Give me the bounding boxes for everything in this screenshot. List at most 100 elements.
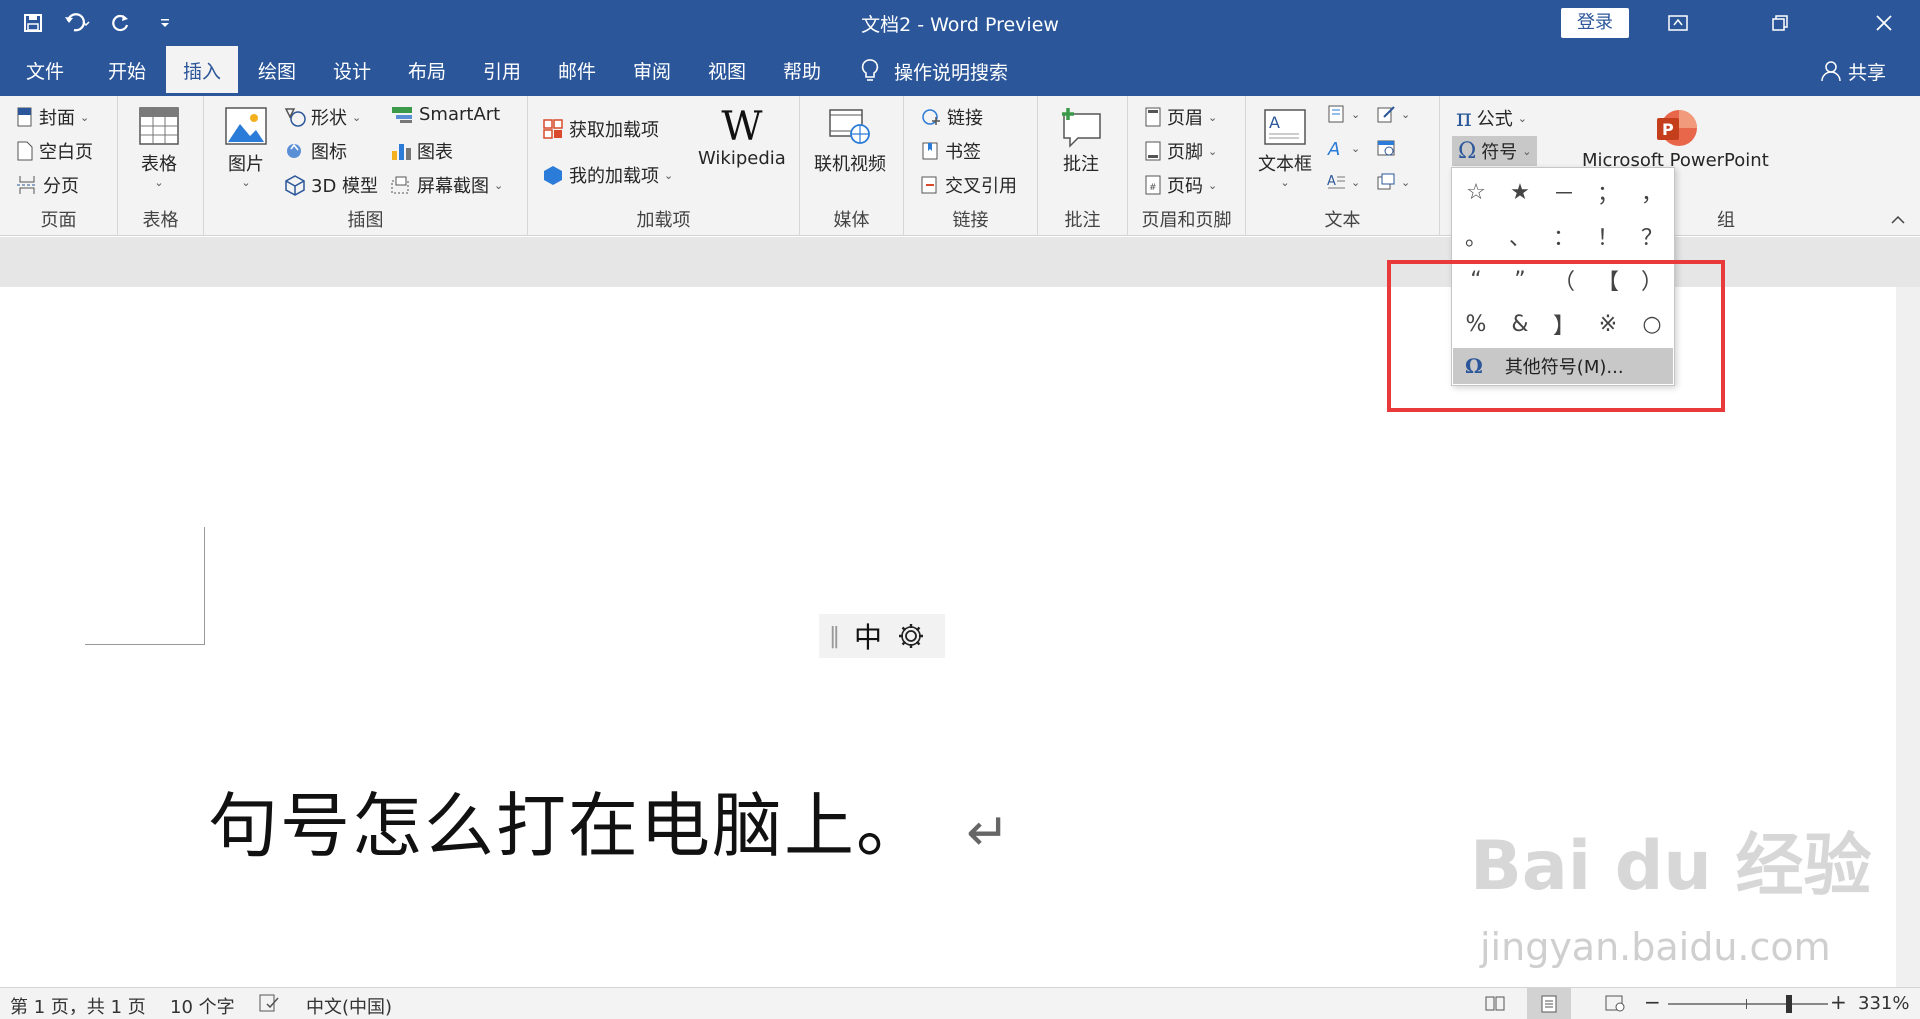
footer-button[interactable]: 页脚 ⌄ (1144, 138, 1217, 164)
tell-me-search[interactable]: 操作说明搜索 (860, 46, 1008, 96)
bookmark-icon (922, 142, 938, 160)
symbol-question[interactable]: ？ (1630, 214, 1674, 258)
ime-drag-handle[interactable]: ‖ (829, 624, 840, 649)
symbol-white-star[interactable]: ☆ (1454, 170, 1498, 214)
tab-review[interactable]: 审阅 (615, 46, 689, 96)
chart-button[interactable]: 图表 (390, 138, 453, 164)
tab-references[interactable]: 引用 (465, 46, 539, 96)
object-button[interactable]: ⌄ (1376, 172, 1410, 192)
cover-page-icon (17, 107, 32, 127)
group-comments: 批注 批注 (1038, 96, 1128, 236)
login-button[interactable]: 登录 (1561, 8, 1629, 38)
group-addins: 获取加载项 我的加载项 ⌄ W Wikipedia 加载项 (528, 96, 800, 236)
tab-mailings[interactable]: 邮件 (540, 46, 614, 96)
tab-view[interactable]: 视图 (690, 46, 764, 96)
blank-page-button[interactable]: 空白页 (16, 138, 93, 164)
tab-help[interactable]: 帮助 (765, 46, 839, 96)
collapse-ribbon-icon[interactable] (1890, 214, 1906, 226)
restore-window-icon[interactable] (1762, 8, 1798, 38)
pictures-button[interactable]: 图片 ⌄ (224, 106, 268, 189)
highlight-box (1387, 260, 1725, 412)
print-layout-icon[interactable] (1527, 988, 1571, 1019)
header-button[interactable]: 页眉 ⌄ (1144, 104, 1217, 130)
symbol-button[interactable]: Ω 符号 ⌄ (1452, 136, 1538, 166)
group-tables-label: 表格 (142, 210, 179, 231)
cover-page-button[interactable]: 封面 ⌄ (16, 104, 89, 130)
screenshot-button[interactable]: 屏幕截图 ⌄ (390, 172, 503, 198)
get-addins-button[interactable]: 获取加载项 (542, 116, 659, 142)
group-links-label: 链接 (952, 210, 989, 231)
tab-file[interactable]: 文件 (10, 46, 80, 96)
read-mode-icon[interactable] (1484, 993, 1506, 1013)
tab-insert[interactable]: 插入 (166, 46, 238, 96)
symbol-period[interactable]: 。 (1454, 214, 1498, 258)
share-label: 共享 (1848, 61, 1887, 84)
symbol-semicolon[interactable]: ； (1586, 170, 1630, 214)
cross-reference-button[interactable]: 交叉引用 (920, 172, 1017, 198)
ribbon-display-options-icon[interactable] (1660, 8, 1696, 38)
symbol-comma[interactable]: ， (1630, 170, 1674, 214)
svg-text:#: # (1149, 183, 1157, 193)
bookmark-button[interactable]: 书签 (920, 138, 981, 164)
drop-cap-button[interactable]: A ⌄ (1326, 172, 1360, 192)
word-count[interactable]: 10 个字 (170, 993, 235, 1019)
comment-button[interactable]: 批注 (1058, 106, 1104, 176)
page-break-button[interactable]: 分页 (16, 172, 79, 198)
textbox-button[interactable]: A 文本框 ⌄ (1258, 106, 1312, 189)
zoom-slider-thumb[interactable] (1786, 995, 1792, 1013)
table-icon (139, 107, 179, 145)
pi-icon: π (1456, 104, 1472, 132)
symbol-dash[interactable]: － (1542, 170, 1586, 214)
zoom-slider[interactable] (1668, 995, 1828, 1013)
group-media: 联机视频 媒体 (800, 96, 904, 236)
icons-button[interactable]: 图标 (284, 138, 347, 164)
screenshot-icon (391, 176, 409, 194)
symbol-enumeration-comma[interactable]: 、 (1498, 214, 1542, 258)
comment-icon (1062, 108, 1101, 148)
group-pages: 封面 ⌄ 空白页 分页 页面 (0, 96, 118, 236)
proofing-icon[interactable] (258, 993, 280, 1013)
share-button[interactable]: 共享 (1820, 46, 1886, 96)
table-button[interactable]: 表格 ⌄ (138, 106, 180, 189)
group-header-footer: 页眉 ⌄ 页脚 ⌄ # 页码 ⌄ 页眉和页脚 (1128, 96, 1246, 236)
wordart-button[interactable]: A ⌄ (1326, 138, 1360, 158)
symbol-colon[interactable]: ： (1542, 214, 1586, 258)
link-button[interactable]: 链接 (920, 104, 983, 130)
group-links: 链接 书签 交叉引用 链接 (904, 96, 1038, 236)
tab-design[interactable]: 设计 (315, 46, 389, 96)
header-icon (1145, 107, 1161, 127)
signature-line-button[interactable]: ⌄ (1376, 104, 1410, 124)
gear-icon[interactable] (896, 621, 926, 651)
date-time-button[interactable] (1376, 138, 1396, 158)
page-number-button[interactable]: # 页码 ⌄ (1144, 172, 1217, 198)
symbol-exclamation[interactable]: ！ (1586, 214, 1630, 258)
zoom-out-button[interactable]: − (1644, 990, 1661, 1014)
addin-cube-icon (544, 166, 562, 185)
web-layout-icon[interactable] (1604, 993, 1626, 1013)
powerpoint-button[interactable]: P Microsoft PowerPoint (1582, 106, 1769, 171)
group-media-label: 媒体 (833, 210, 870, 231)
zoom-in-button[interactable]: + (1830, 990, 1847, 1014)
shapes-button[interactable]: 形状 ⌄ (284, 104, 361, 130)
tab-home[interactable]: 开始 (90, 46, 164, 96)
my-addins-button[interactable]: 我的加载项 ⌄ (542, 162, 673, 188)
vertical-scrollbar[interactable] (1896, 287, 1920, 987)
zoom-level[interactable]: 331% (1858, 993, 1909, 1014)
group-comments-label: 批注 (1064, 210, 1101, 231)
tab-layout[interactable]: 布局 (390, 46, 464, 96)
page-count[interactable]: 第 1 页，共 1 页 (10, 993, 146, 1019)
equation-button[interactable]: π 公式 ⌄ (1456, 104, 1527, 132)
3d-model-button[interactable]: 3D 模型 (284, 172, 378, 198)
smartart-button[interactable]: SmartArt (390, 104, 500, 125)
quick-parts-button[interactable]: ⌄ (1326, 104, 1360, 124)
ribbon-tabs: 文件 开始 插入 绘图 设计 布局 引用 邮件 审阅 视图 帮助 操作说明搜索 … (0, 46, 1920, 96)
online-video-button[interactable]: 联机视频 (814, 106, 886, 176)
symbol-black-star[interactable]: ★ (1498, 170, 1542, 214)
wikipedia-button[interactable]: W Wikipedia (698, 106, 786, 169)
close-icon[interactable] (1866, 8, 1902, 38)
ime-mode-toggle[interactable]: 中 (854, 616, 882, 656)
language[interactable]: 中文(中国) (306, 993, 392, 1019)
tab-draw[interactable]: 绘图 (240, 46, 314, 96)
svg-text:A: A (1269, 113, 1280, 132)
document-paragraph[interactable]: 句号怎么打在电脑上。 ↵ (208, 770, 1012, 871)
